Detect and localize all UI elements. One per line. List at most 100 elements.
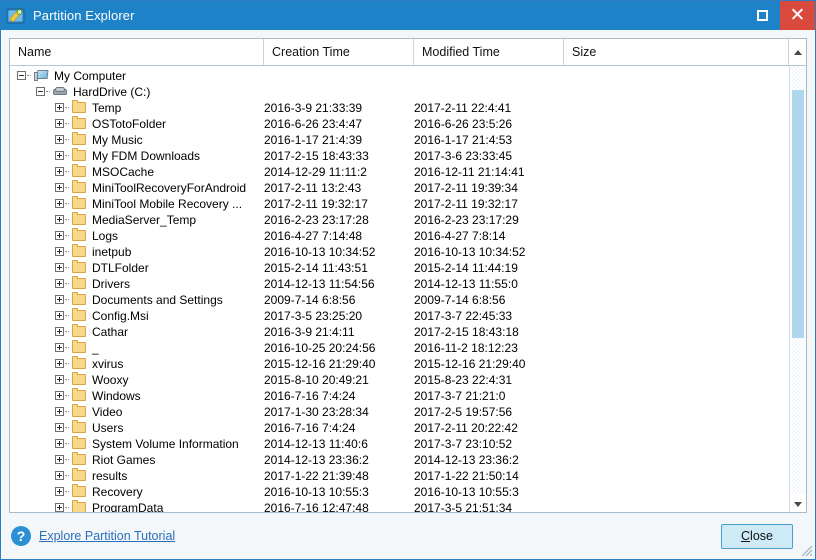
close-button[interactable]: Close xyxy=(721,523,793,549)
expand-icon[interactable] xyxy=(54,246,69,259)
column-header-size[interactable]: Size xyxy=(564,39,788,65)
table-row[interactable]: Drivers 2014-12-13 11:54:56 2014-12-13 11:… xyxy=(10,276,789,292)
folder-icon xyxy=(71,164,88,179)
table-row[interactable]: My Computer xyxy=(10,68,789,84)
expand-icon[interactable] xyxy=(54,182,69,195)
expand-icon[interactable] xyxy=(54,374,69,387)
folder-icon xyxy=(71,500,88,512)
table-row[interactable]: MiniTool Mobile Recovery ... 2017-2-11 19… xyxy=(10,196,789,212)
expand-icon[interactable] xyxy=(54,326,69,339)
cell-creation-time: 2016-7-16 7:4:24 xyxy=(264,389,356,403)
expand-icon[interactable] xyxy=(54,102,69,115)
row-name-label: MediaServer_Temp xyxy=(92,213,197,227)
cell-creation-time: 2015-2-14 11:43:51 xyxy=(264,261,368,275)
expand-icon[interactable] xyxy=(54,198,69,211)
expand-icon[interactable] xyxy=(54,406,69,419)
expand-icon[interactable] xyxy=(54,150,69,163)
cell-modified-time: 2015-8-23 22:4:31 xyxy=(414,373,513,387)
explore-partition-tutorial-link[interactable]: Explore Partition Tutorial xyxy=(39,529,175,543)
cell-creation-time: 2016-4-27 7:14:48 xyxy=(264,229,363,243)
column-header-name[interactable]: Name xyxy=(10,39,264,65)
table-row[interactable]: Recovery 2016-10-13 10:55:3 2016-10-13 10:… xyxy=(10,484,789,500)
row-name-label: HardDrive (C:) xyxy=(73,85,151,99)
cell-creation-time: 2016-3-9 21:33:39 xyxy=(264,101,363,115)
expand-icon[interactable] xyxy=(54,454,69,467)
table-row[interactable]: ProgramData 2016-7-16 12:47:48 2017-3-5 21… xyxy=(10,500,789,512)
table-row[interactable]: Users 2016-7-16 7:4:24 2017-2-11 20:22:42 xyxy=(10,420,789,436)
table-row[interactable]: OSTotoFolder 2016-6-26 23:4:47 2016-6-26 2… xyxy=(10,116,789,132)
cell-modified-time: 2017-3-7 22:45:33 xyxy=(414,309,513,323)
cell-name: OSTotoFolder xyxy=(10,116,264,132)
table-row[interactable]: Riot Games 2014-12-13 23:36:2 2014-12-13 2… xyxy=(10,452,789,468)
header-scroll-up-area[interactable] xyxy=(788,39,806,65)
table-row[interactable]: Wooxy 2015-8-10 20:49:21 2015-8-23 22:4:31 xyxy=(10,372,789,388)
scrollbar-down-button[interactable] xyxy=(790,496,806,512)
cell-modified-time: 2017-1-22 21:50:14 xyxy=(414,469,519,483)
cell-modified-time: 2017-3-5 21:51:34 xyxy=(414,501,513,512)
row-name-label: Users xyxy=(92,421,124,435)
table-row[interactable]: _ 2016-10-25 20:24:56 2016-11-2 18:12:23 xyxy=(10,340,789,356)
cell-creation-time: 2016-1-17 21:4:39 xyxy=(264,133,363,147)
maximize-button[interactable] xyxy=(745,1,780,30)
table-row[interactable]: MediaServer_Temp 2016-2-23 23:17:28 2016-2… xyxy=(10,212,789,228)
expand-icon[interactable] xyxy=(54,342,69,355)
table-row[interactable]: Config.Msi 2017-3-5 23:25:20 2017-3-7 22:4… xyxy=(10,308,789,324)
expand-icon[interactable] xyxy=(54,502,69,513)
table-row[interactable]: HardDrive (C:) xyxy=(10,84,789,100)
table-row[interactable]: My FDM Downloads 2017-2-15 18:43:33 2017-3… xyxy=(10,148,789,164)
cell-name: MSOCache xyxy=(10,164,264,180)
row-name-label: Documents and Settings xyxy=(92,293,223,307)
close-window-button[interactable]: ✕ xyxy=(780,1,815,30)
collapse-icon[interactable] xyxy=(16,70,31,83)
vertical-scrollbar[interactable] xyxy=(789,66,806,512)
expand-icon[interactable] xyxy=(54,470,69,483)
expand-icon[interactable] xyxy=(54,230,69,243)
row-name-label: Temp xyxy=(92,101,122,115)
table-row[interactable]: Documents and Settings 2009-7-14 6:8:56 20… xyxy=(10,292,789,308)
resize-grip[interactable] xyxy=(800,544,813,557)
expand-icon[interactable] xyxy=(54,134,69,147)
table-row[interactable]: MiniToolRecoveryForAndroid 2017-2-11 13:2… xyxy=(10,180,789,196)
cell-creation-time: 2009-7-14 6:8:56 xyxy=(264,293,356,307)
row-name-label: results xyxy=(92,469,128,483)
table-row[interactable]: Video 2017-1-30 23:28:34 2017-2-5 19:57:56 xyxy=(10,404,789,420)
expand-icon[interactable] xyxy=(54,262,69,275)
expand-icon[interactable] xyxy=(54,278,69,291)
table-row[interactable]: Cathar 2016-3-9 21:4:11 2017-2-15 18:43:18 xyxy=(10,324,789,340)
table-row[interactable]: Windows 2016-7-16 7:4:24 2017-3-7 21:21:0 xyxy=(10,388,789,404)
collapse-icon[interactable] xyxy=(35,86,50,99)
expand-icon[interactable] xyxy=(54,214,69,227)
column-header-modified-time[interactable]: Modified Time xyxy=(414,39,564,65)
expand-icon[interactable] xyxy=(54,310,69,323)
row-name-label: Recovery xyxy=(92,485,143,499)
expand-icon[interactable] xyxy=(54,294,69,307)
expand-icon[interactable] xyxy=(54,438,69,451)
expand-icon[interactable] xyxy=(54,390,69,403)
table-row[interactable]: Logs 2016-4-27 7:14:48 2016-4-27 7:8:14 xyxy=(10,228,789,244)
scrollbar-thumb[interactable] xyxy=(792,90,804,338)
help-icon[interactable]: ? xyxy=(11,526,31,546)
row-name-label: My Music xyxy=(92,133,143,147)
row-name-label: My FDM Downloads xyxy=(92,149,201,163)
table-row[interactable]: DTLFolder 2015-2-14 11:43:51 2015-2-14 11:… xyxy=(10,260,789,276)
column-header-creation-time[interactable]: Creation Time xyxy=(264,39,414,65)
table-row[interactable]: System Volume Information 2014-12-13 11:4… xyxy=(10,436,789,452)
table-row[interactable]: inetpub 2016-10-13 10:34:52 2016-10-13 10:… xyxy=(10,244,789,260)
table-row[interactable]: MSOCache 2014-12-29 11:11:2 2016-12-11 21:… xyxy=(10,164,789,180)
expand-icon[interactable] xyxy=(54,118,69,131)
table-row[interactable]: results 2017-1-22 21:39:48 2017-1-22 21:50… xyxy=(10,468,789,484)
expand-icon[interactable] xyxy=(54,422,69,435)
row-name-label: Cathar xyxy=(92,325,129,339)
table-row[interactable]: Temp 2016-3-9 21:33:39 2017-2-11 22:4:41 xyxy=(10,100,789,116)
table-row[interactable]: xvirus 2015-12-16 21:29:40 2015-12-16 21:2… xyxy=(10,356,789,372)
cell-modified-time: 2016-10-13 10:55:3 xyxy=(414,485,519,499)
expand-icon[interactable] xyxy=(54,358,69,371)
expand-icon[interactable] xyxy=(54,486,69,499)
cell-name: results xyxy=(10,468,264,484)
expand-icon[interactable] xyxy=(54,166,69,179)
table-row[interactable]: My Music 2016-1-17 21:4:39 2016-1-17 21:4:… xyxy=(10,132,789,148)
